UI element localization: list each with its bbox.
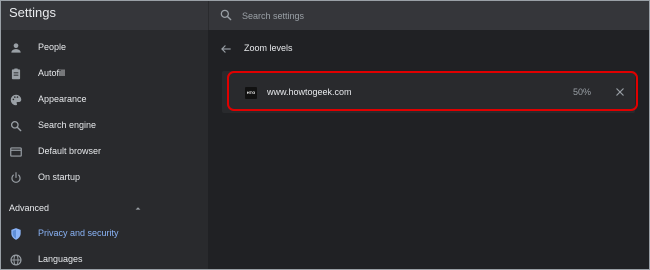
sidebar-item-label: People [38, 42, 67, 52]
advanced-section-toggle[interactable]: Advanced [9, 203, 49, 213]
sidebar-item-autofill[interactable]: Autofill [1, 62, 208, 86]
caret-up-icon[interactable] [134, 205, 142, 211]
top-bar: Settings [1, 1, 649, 30]
power-icon [11, 172, 21, 183]
sidebar-item-label: Default browser [38, 146, 102, 156]
search-input[interactable] [240, 7, 624, 25]
highlight-annotation [227, 71, 638, 111]
search-icon [10, 120, 22, 132]
sidebar-item-languages[interactable]: Languages [1, 248, 208, 269]
sidebar-item-label: On startup [38, 172, 81, 182]
sidebar-item-label: Autofill [38, 68, 66, 78]
main-content: Zoom levels HTG www.howtogeek.com 50% [208, 30, 649, 269]
search-bar[interactable] [208, 1, 649, 30]
person-icon [11, 43, 21, 53]
globe-icon [10, 254, 22, 266]
sidebar-item-privacy-and-security[interactable]: Privacy and security [1, 222, 208, 246]
sidebar-item-default-browser[interactable]: Default browser [1, 140, 208, 164]
sidebar-item-on-startup[interactable]: On startup [1, 166, 208, 190]
sidebar-item-appearance[interactable]: Appearance [1, 88, 208, 112]
sidebar-item-people[interactable]: People [1, 36, 208, 60]
sidebar-item-label: Languages [38, 254, 83, 264]
back-arrow-icon[interactable] [219, 42, 233, 56]
shield-icon [11, 228, 21, 240]
sidebar-item-label: Appearance [38, 94, 87, 104]
clipboard-icon [11, 68, 21, 80]
sidebar: People Autofill Appearance Search engine… [1, 30, 208, 269]
app-title: Settings [9, 5, 56, 20]
settings-window: Settings People Autofill [0, 0, 650, 270]
sidebar-item-label: Search engine [38, 120, 97, 130]
palette-icon [10, 94, 22, 106]
sidebar-item-search-engine[interactable]: Search engine [1, 114, 208, 138]
sidebar-item-label: Privacy and security [38, 228, 119, 238]
page-title: Zoom levels [244, 43, 293, 53]
search-icon [220, 9, 232, 21]
browser-icon [10, 147, 22, 157]
